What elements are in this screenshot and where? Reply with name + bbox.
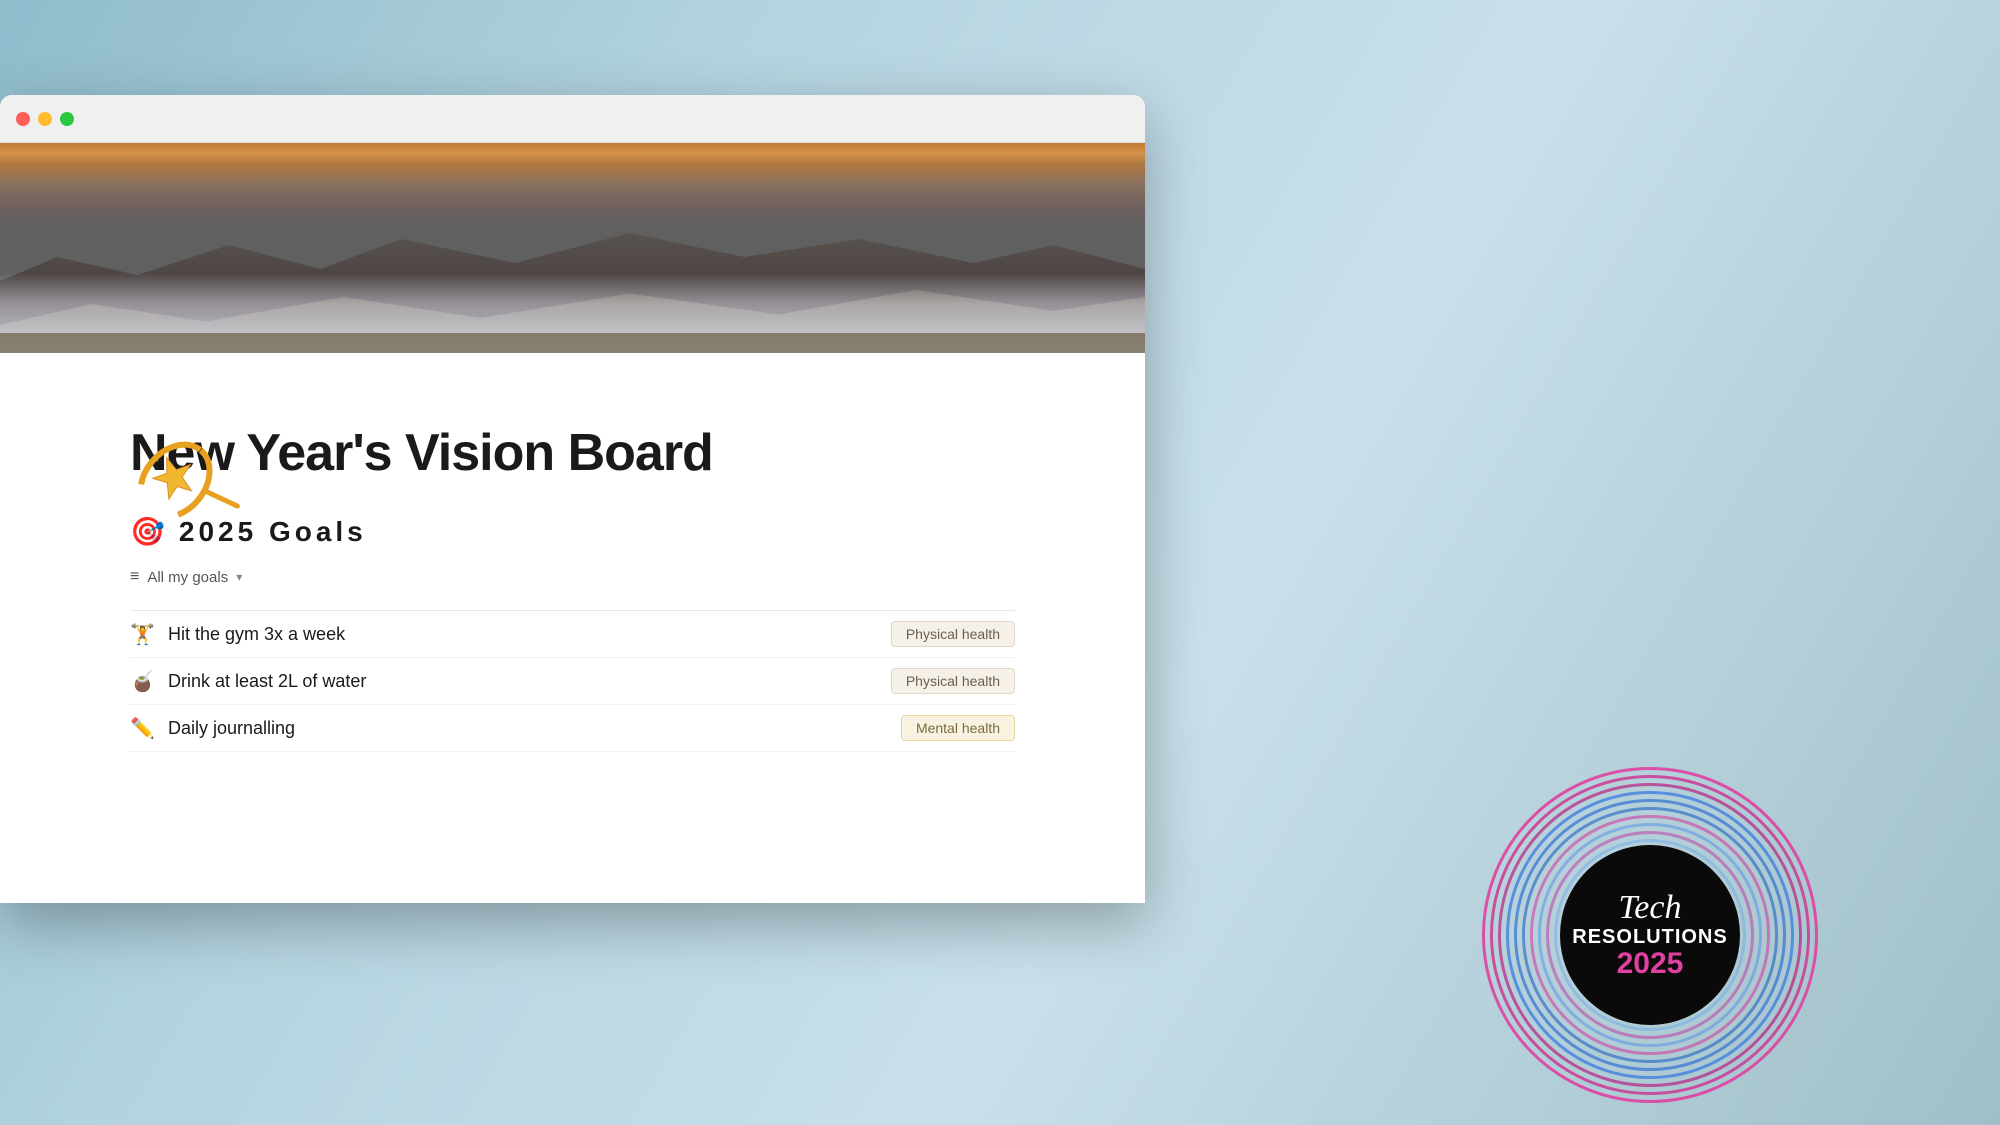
gym-icon: 🏋 — [130, 622, 154, 647]
goal-text-gym: Hit the gym 3x a week — [168, 624, 345, 645]
goal-left-water: 🧉 Drink at least 2L of water — [130, 669, 366, 694]
goal-text-journal: Daily journalling — [168, 718, 295, 739]
browser-window: New Year's Vision Board 🎯 2025 Goals ≡ A… — [0, 95, 1145, 903]
page-title: New Year's Vision Board — [130, 423, 1015, 483]
goal-tag-mental[interactable]: Mental health — [901, 715, 1015, 741]
filter-list-icon: ≡ — [130, 568, 139, 586]
goal-left-gym: 🏋 Hit the gym 3x a week — [130, 622, 345, 647]
goal-tag-physical-1[interactable]: Physical health — [891, 621, 1015, 647]
goal-item-water: 🧉 Drink at least 2L of water Physical he… — [130, 658, 1015, 705]
maximize-button[interactable] — [60, 112, 74, 126]
badge-year-label: 2025 — [1617, 949, 1684, 979]
minimize-button[interactable] — [38, 112, 52, 126]
goal-text-water: Drink at least 2L of water — [168, 671, 366, 692]
goals-heading: 🎯 2025 Goals — [130, 515, 1015, 548]
badge-inner: Tech RESOLUTIONS 2025 — [1560, 845, 1740, 1025]
chevron-down-icon: ▾ — [236, 570, 242, 584]
traffic-lights — [16, 112, 74, 126]
browser-chrome — [0, 95, 1145, 143]
water-icon: 🧉 — [130, 669, 154, 694]
hero-image — [0, 143, 1145, 353]
goal-tag-physical-2[interactable]: Physical health — [891, 668, 1015, 694]
tech-resolutions-badge: Tech RESOLUTIONS 2025 — [1480, 765, 1820, 1105]
badge-resolutions-label: RESOLUTIONS — [1572, 925, 1727, 949]
close-button[interactable] — [16, 112, 30, 126]
filter-row[interactable]: ≡ All my goals ▾ — [130, 568, 1015, 586]
goal-item-journal: ✏️ Daily journalling Mental health — [130, 705, 1015, 752]
journal-icon: ✏️ — [130, 716, 154, 741]
badge-tech-label: Tech — [1619, 891, 1682, 925]
water-mist — [0, 273, 1145, 333]
goal-left-journal: ✏️ Daily journalling — [130, 716, 295, 741]
goal-item-gym: 🏋 Hit the gym 3x a week Physical health — [130, 611, 1015, 658]
